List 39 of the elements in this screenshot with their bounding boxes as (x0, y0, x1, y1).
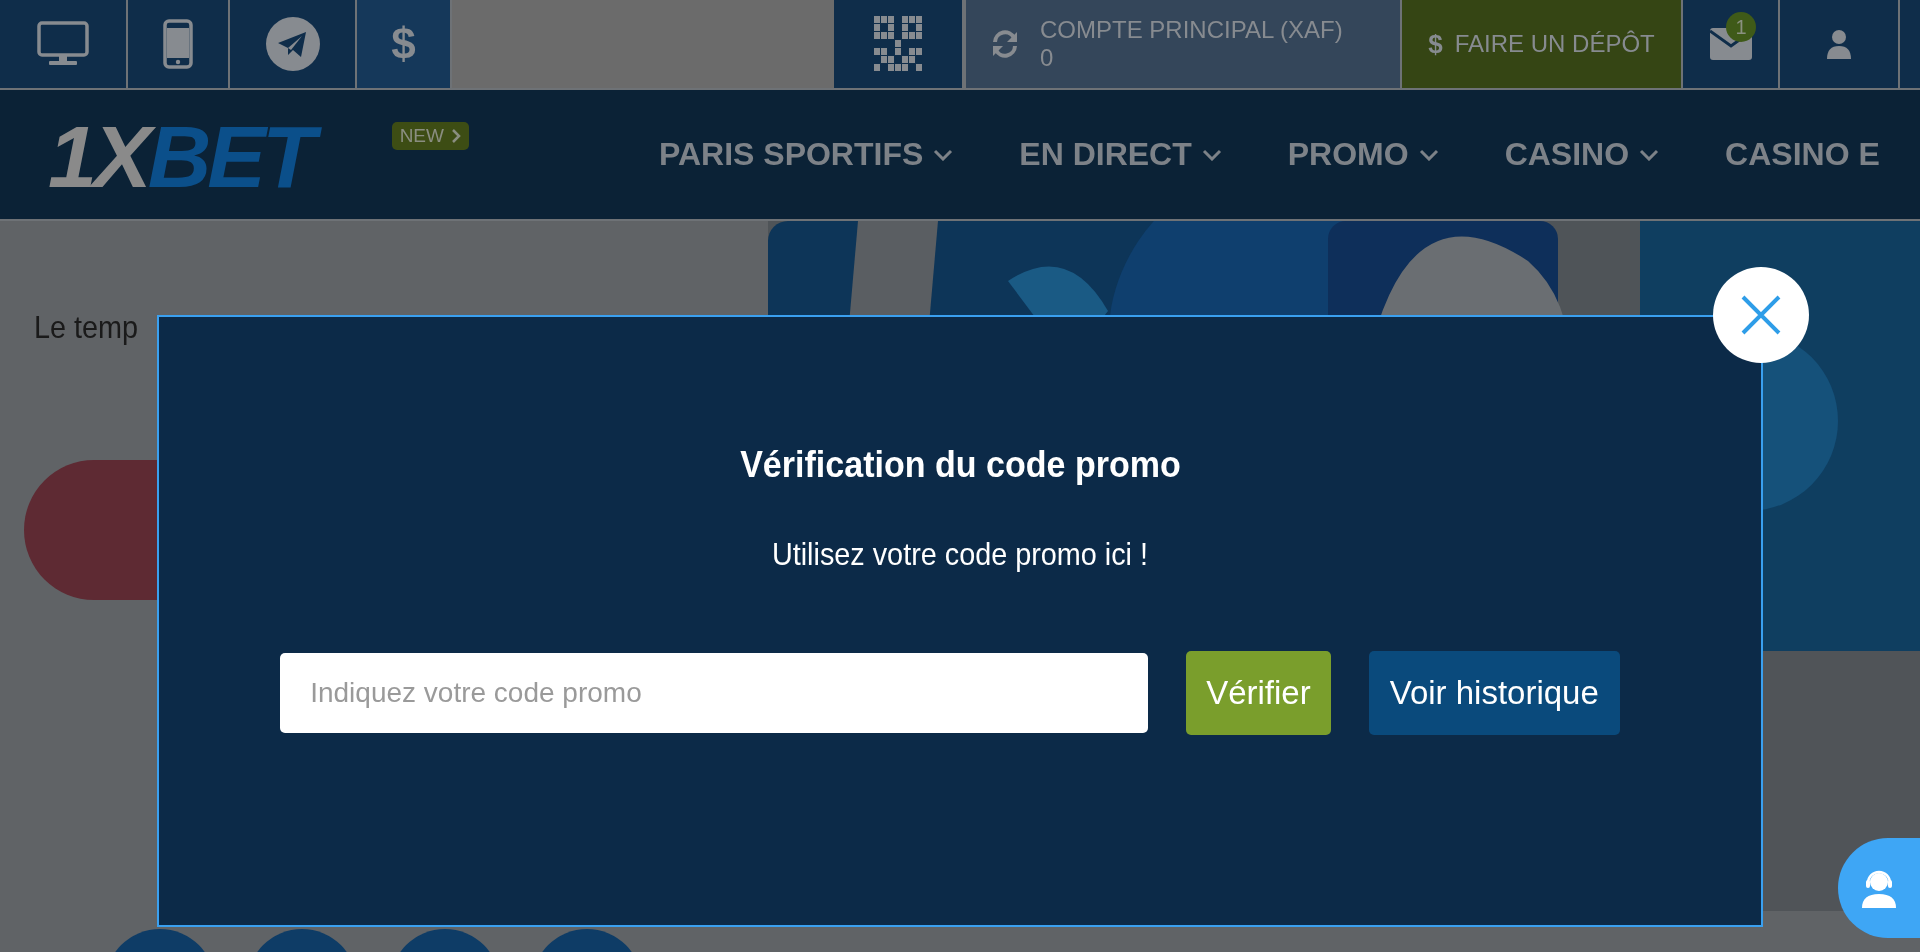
verify-button[interactable]: Vérifier (1186, 651, 1331, 735)
chevron-down-icon (1418, 148, 1439, 161)
new-badge[interactable]: NEW (391, 122, 469, 150)
promo-code-field[interactable]: Indiquez votre code promo (280, 653, 1149, 733)
chevron-right-icon (451, 129, 461, 143)
messages-button[interactable]: 1 (1683, 0, 1780, 88)
quick-link-tab[interactable] (128, 0, 230, 88)
user-icon (1826, 29, 1852, 59)
chevron-down-icon (1201, 148, 1222, 161)
history-button[interactable]: Voir historique (1368, 651, 1620, 735)
nav-menu-item[interactable]: CASINO (1504, 136, 1660, 173)
background-text: Le temp (34, 309, 139, 346)
headset-user-icon (1860, 868, 1898, 908)
nav-menu-item[interactable]: EN DIRECT (1019, 136, 1222, 173)
dialog-subtitle: Utilisez votre code promo ici ! (771, 536, 1149, 573)
unread-count-badge: 1 (1726, 12, 1756, 42)
nav-menu-item[interactable]: PROMO (1287, 136, 1439, 173)
monitor-icon (37, 21, 89, 67)
dialog-title: Vérification du code promo (739, 444, 1181, 486)
balance-amount: 0 (1040, 44, 1055, 72)
quick-link-tab[interactable]: $ (357, 0, 452, 88)
paper-plane-icon (265, 17, 320, 71)
phone-icon (163, 19, 193, 69)
deposit-button[interactable]: $ FAIRE UN DÉPÔT (1402, 0, 1683, 88)
profile-button[interactable] (1780, 0, 1900, 88)
nav-menu-item[interactable]: CASINO E (1725, 136, 1880, 173)
brand-logo[interactable]: 1XBET (44, 106, 334, 207)
quick-link-tab[interactable] (230, 0, 357, 88)
account-label: COMPTE PRINCIPAL (XAF) (1040, 16, 1343, 44)
refresh-icon (990, 29, 1020, 59)
qr-code-button[interactable] (834, 0, 964, 88)
qr-code-icon (874, 16, 922, 72)
chevron-down-icon (1639, 148, 1660, 161)
nav-menu-item[interactable]: PARIS SPORTIFS (658, 136, 954, 173)
support-chat-button[interactable] (1838, 838, 1920, 938)
quick-link-tab[interactable] (0, 0, 128, 88)
close-icon (1740, 294, 1782, 336)
account-balance-button[interactable]: COMPTE PRINCIPAL (XAF) 0 (964, 0, 1402, 88)
chevron-down-icon (933, 148, 954, 161)
